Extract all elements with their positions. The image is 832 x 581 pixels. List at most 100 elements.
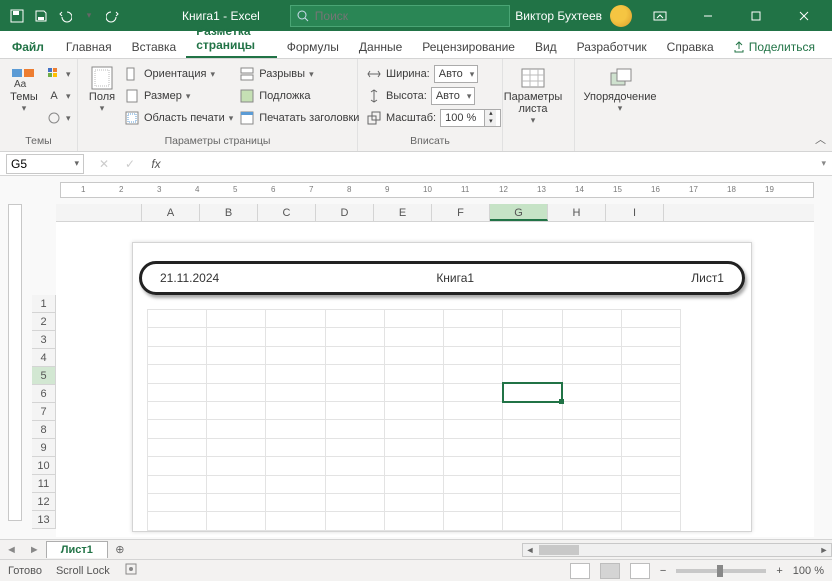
column-header[interactable]: C: [258, 204, 316, 221]
zoom-out-button[interactable]: −: [660, 565, 666, 577]
column-headers[interactable]: ABCDEFGHI: [56, 204, 814, 222]
print-area-button[interactable]: Область печати ▾: [124, 107, 233, 129]
row-header[interactable]: 12: [32, 493, 56, 511]
formula-input[interactable]: [174, 157, 811, 171]
vertical-ruler[interactable]: [8, 204, 22, 521]
search-box[interactable]: [290, 5, 510, 27]
column-header[interactable]: A: [142, 204, 200, 221]
tab-view[interactable]: Вид: [525, 34, 567, 58]
scale-spinner[interactable]: 100 %▴▾: [440, 109, 501, 127]
group-page-setup-label: Параметры страницы: [86, 135, 349, 149]
effects-button[interactable]: ▾: [46, 107, 71, 129]
row-header[interactable]: 11: [32, 475, 56, 493]
sheet-options-icon: [517, 65, 549, 91]
page-layout-view-button[interactable]: [600, 563, 620, 579]
themes-button[interactable]: Aа Темы▾: [8, 63, 40, 114]
fonts-button[interactable]: A▾: [46, 85, 71, 107]
name-box[interactable]: G5▾: [6, 154, 84, 174]
tab-home[interactable]: Главная: [56, 34, 122, 58]
tab-help[interactable]: Справка: [657, 34, 724, 58]
height-select[interactable]: Авто▾: [431, 87, 476, 105]
undo-icon[interactable]: [56, 7, 74, 25]
close-icon[interactable]: [784, 0, 824, 31]
margins-button[interactable]: Поля▾: [86, 63, 118, 114]
tab-insert[interactable]: Вставка: [122, 34, 187, 58]
autosave-icon[interactable]: [8, 7, 26, 25]
enter-formula-icon[interactable]: ✓: [122, 157, 138, 171]
row-header[interactable]: 7: [32, 403, 56, 421]
margins-icon: [86, 65, 118, 91]
tab-data[interactable]: Данные: [349, 34, 412, 58]
zoom-slider[interactable]: [676, 569, 766, 573]
row-headers[interactable]: 12345678910111213: [32, 295, 56, 529]
column-header[interactable]: F: [432, 204, 490, 221]
tab-developer[interactable]: Разработчик: [567, 34, 657, 58]
sheet-options-button[interactable]: Параметры листа▾: [511, 63, 555, 126]
orientation-button[interactable]: Ориентация ▾: [124, 63, 233, 85]
print-titles-button[interactable]: Печатать заголовки: [239, 107, 359, 129]
column-header[interactable]: E: [374, 204, 432, 221]
user-avatar-icon[interactable]: [610, 5, 632, 27]
normal-view-button[interactable]: [570, 563, 590, 579]
row-header[interactable]: 5: [32, 367, 56, 385]
row-header[interactable]: 2: [32, 313, 56, 331]
cell-grid[interactable]: [147, 309, 681, 531]
status-ready: Готово: [8, 565, 42, 577]
tab-review[interactable]: Рецензирование: [412, 34, 525, 58]
row-header[interactable]: 8: [32, 421, 56, 439]
size-button[interactable]: Размер ▾: [124, 85, 233, 107]
arrange-button[interactable]: Упорядочение▾: [583, 63, 657, 114]
width-select[interactable]: Авто▾: [434, 65, 479, 83]
breaks-button[interactable]: Разрывы ▾: [239, 63, 359, 85]
colors-button[interactable]: ▾: [46, 63, 71, 85]
status-scroll-lock: Scroll Lock: [56, 565, 110, 577]
select-all-corner[interactable]: [56, 204, 142, 221]
column-header[interactable]: G: [490, 204, 548, 221]
arrange-icon: [604, 65, 636, 91]
add-sheet-button[interactable]: ⊕: [108, 543, 132, 556]
horizontal-ruler[interactable]: 12345678910111213141516171819: [60, 182, 814, 198]
sheet-nav-prev-icon[interactable]: ◄: [0, 544, 23, 556]
cancel-formula-icon[interactable]: ✕: [96, 157, 112, 171]
tab-formulas[interactable]: Формулы: [277, 34, 349, 58]
search-input[interactable]: [315, 9, 503, 23]
horizontal-scrollbar[interactable]: ◄►: [522, 543, 832, 557]
row-header[interactable]: 3: [32, 331, 56, 349]
row-header[interactable]: 6: [32, 385, 56, 403]
qat-dropdown-icon[interactable]: ▾: [80, 7, 98, 25]
sheet-nav-next-icon[interactable]: ►: [23, 544, 46, 556]
column-header[interactable]: H: [548, 204, 606, 221]
zoom-in-button[interactable]: +: [776, 565, 782, 577]
tab-page-layout[interactable]: Разметка страницы: [186, 18, 276, 58]
sheet-tab-active[interactable]: Лист1: [46, 541, 108, 558]
user-name[interactable]: Виктор Бухтеев: [515, 9, 602, 23]
scale-icon: [366, 110, 382, 126]
maximize-icon[interactable]: [736, 0, 776, 31]
row-header[interactable]: 13: [32, 511, 56, 529]
page-break-view-button[interactable]: [630, 563, 650, 579]
row-header[interactable]: 4: [32, 349, 56, 367]
zoom-level[interactable]: 100 %: [793, 565, 824, 577]
fx-icon[interactable]: fx: [148, 157, 164, 171]
row-header[interactable]: 1: [32, 295, 56, 313]
row-header[interactable]: 10: [32, 457, 56, 475]
share-button[interactable]: Поделиться: [724, 36, 824, 58]
row-header[interactable]: 9: [32, 439, 56, 457]
print-area-icon: [124, 110, 140, 126]
redo-icon[interactable]: [104, 7, 122, 25]
column-header[interactable]: B: [200, 204, 258, 221]
macro-record-icon[interactable]: [124, 562, 138, 579]
selected-cell[interactable]: [503, 383, 562, 401]
column-header[interactable]: D: [316, 204, 374, 221]
save-icon[interactable]: [32, 7, 50, 25]
ribbon-display-icon[interactable]: [640, 0, 680, 31]
print-titles-icon: [239, 110, 255, 126]
minimize-icon[interactable]: [688, 0, 728, 31]
page-header[interactable]: 21.11.2024 Книга1 Лист1: [139, 261, 745, 295]
background-button[interactable]: Подложка: [239, 85, 359, 107]
file-tab[interactable]: Файл: [0, 34, 56, 58]
collapse-ribbon-icon[interactable]: ︿: [815, 131, 826, 147]
column-header[interactable]: I: [606, 204, 664, 221]
expand-formula-icon[interactable]: ▾: [821, 158, 826, 169]
scale-row: Масштаб: 100 %▴▾: [366, 107, 501, 129]
